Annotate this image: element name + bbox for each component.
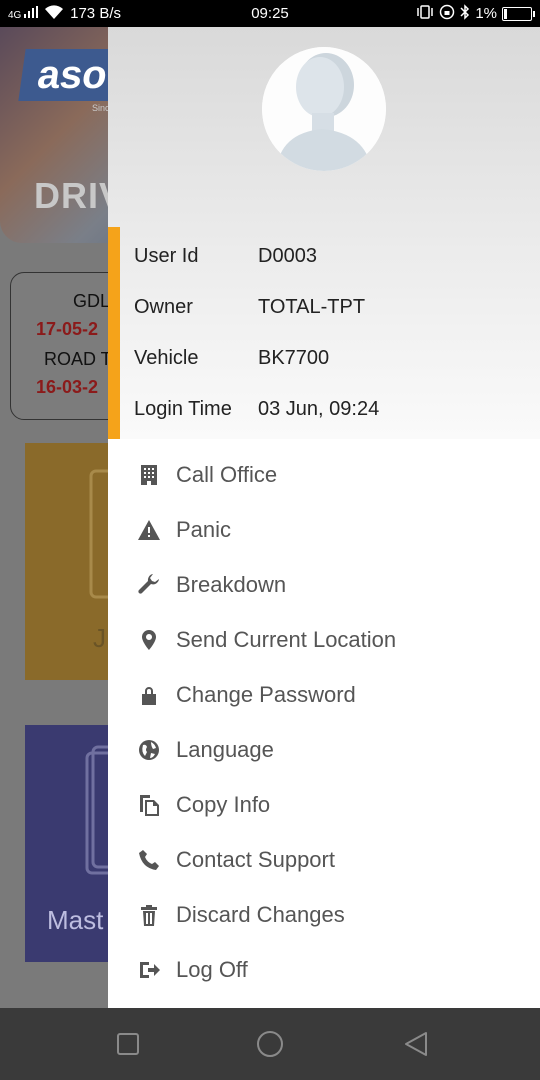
warning-icon (108, 519, 176, 541)
status-bar: 4G 173 B/s 09:25 1% (0, 0, 540, 27)
back-button[interactable] (402, 1030, 430, 1058)
copy-icon (108, 794, 176, 817)
info-key: Login Time (134, 398, 232, 420)
info-row-vehicle: Vehicle BK7700 (134, 347, 329, 370)
location-pin-icon (108, 629, 176, 651)
drawer-menu: Call Office Panic Breakdown Send Current… (108, 447, 540, 998)
menu-item-log-off[interactable]: Log Off (108, 943, 540, 998)
battery-percent: 1% (475, 5, 497, 22)
menu-item-copy-info[interactable]: Copy Info (108, 778, 540, 833)
wifi-icon (44, 4, 64, 24)
card-line: 16-03-2 (36, 377, 99, 397)
card-line: ROAD T (44, 349, 112, 369)
trash-icon (108, 904, 176, 927)
phone-icon (108, 849, 176, 871)
tile-label: J (93, 623, 106, 653)
menu-item-call-office[interactable]: Call Office (108, 447, 540, 502)
info-value: D0003 (258, 245, 317, 267)
menu-label: Language (176, 737, 274, 763)
info-row-owner: Owner TOTAL-TPT (134, 296, 365, 319)
logout-icon (108, 959, 176, 981)
menu-item-contact-support[interactable]: Contact Support (108, 833, 540, 888)
info-row-login-time: Login Time 03 Jun, 09:24 (134, 398, 379, 421)
logo-subtext: Sinc (92, 103, 110, 113)
menu-item-language[interactable]: Language (108, 722, 540, 777)
info-row-user-id: User Id D0003 (134, 245, 317, 268)
menu-label: Copy Info (176, 792, 271, 818)
wrench-icon (108, 573, 176, 596)
recents-button[interactable] (116, 1030, 140, 1058)
drawer-header: User Id D0003 Owner TOTAL-TPT Vehicle BK… (108, 27, 540, 439)
menu-label: Log Off (176, 957, 248, 983)
system-nav-bar (0, 1008, 540, 1080)
menu-label: Send Current Location (176, 626, 397, 652)
globe-icon (108, 739, 176, 761)
home-button[interactable] (255, 1030, 285, 1058)
info-value: 03 Jun, 09:24 (258, 398, 380, 420)
menu-item-panic[interactable]: Panic (108, 502, 540, 557)
info-key: Vehicle (134, 347, 199, 369)
network-speed: 173 B/s (70, 5, 121, 22)
info-value: TOTAL-TPT (258, 296, 366, 318)
avatar[interactable] (262, 47, 386, 171)
tile-label: Mast (47, 905, 104, 935)
rotation-lock-icon (439, 4, 455, 24)
info-key: Owner (134, 296, 193, 318)
menu-label: Breakdown (176, 571, 287, 597)
signal-icon: 4G (8, 6, 39, 21)
info-value: BK7700 (258, 347, 330, 369)
info-accent-bar (108, 227, 120, 439)
card-line: 17-05-2 (36, 319, 99, 339)
lock-icon (108, 684, 176, 706)
menu-label: Change Password (176, 681, 356, 707)
navigation-drawer: User Id D0003 Owner TOTAL-TPT Vehicle BK… (108, 27, 540, 1008)
user-silhouette-icon (262, 47, 386, 171)
menu-item-send-location[interactable]: Send Current Location (108, 612, 540, 667)
menu-label: Panic (176, 516, 232, 542)
info-key: User Id (134, 245, 199, 267)
bluetooth-icon (460, 3, 470, 24)
building-icon (108, 464, 176, 486)
menu-label: Contact Support (176, 847, 335, 873)
card-line: GDL (73, 291, 111, 311)
battery-icon (502, 6, 535, 21)
vibrate-icon (416, 4, 434, 24)
menu-label: Call Office (176, 461, 278, 487)
menu-item-change-password[interactable]: Change Password (108, 667, 540, 722)
menu-item-discard-changes[interactable]: Discard Changes (108, 888, 540, 943)
menu-item-breakdown[interactable]: Breakdown (108, 557, 540, 612)
menu-label: Discard Changes (176, 902, 345, 928)
